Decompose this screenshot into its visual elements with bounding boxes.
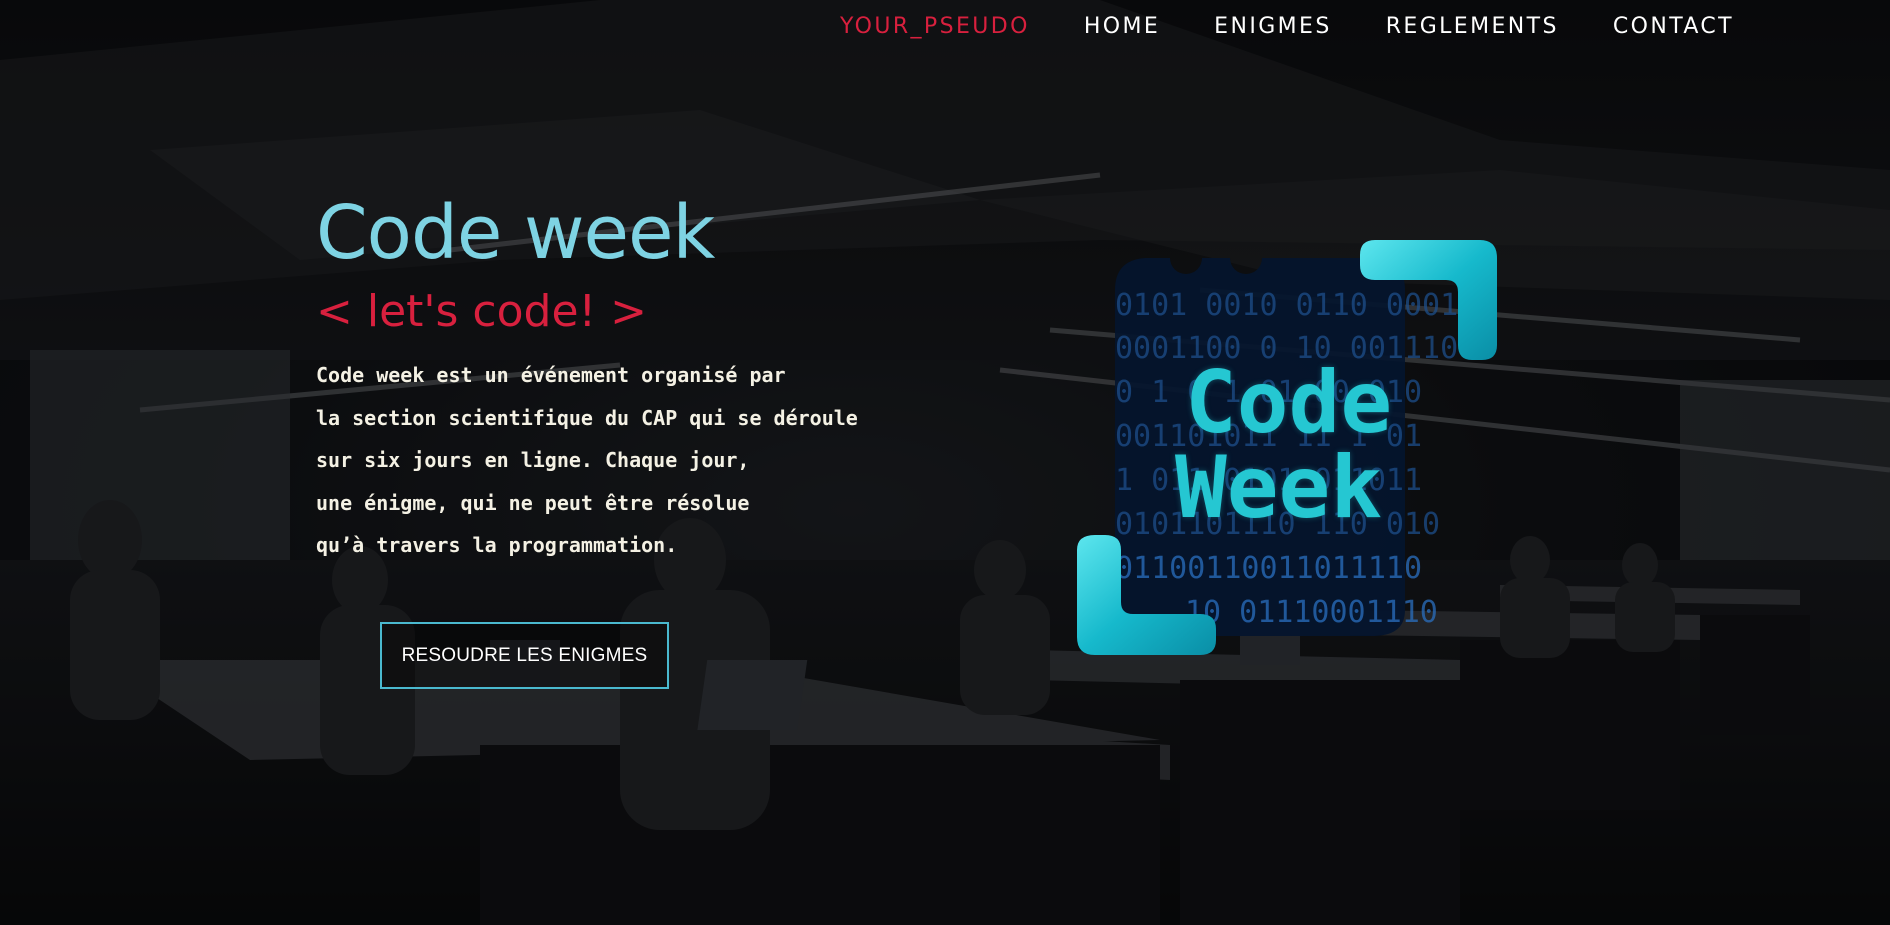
background-dim-overlay xyxy=(0,0,1890,925)
nav-user-pseudo[interactable]: YOUR_PSEUDO xyxy=(840,14,1030,39)
binary-row: 10 01110001110 xyxy=(1185,595,1438,630)
hero-description: Code week est un événement organisé par … xyxy=(316,354,936,567)
nav-reglements[interactable]: REGLEMENTS xyxy=(1386,14,1559,39)
description-line: Code week est un événement organisé par xyxy=(316,363,786,387)
description-line: la section scientifique du CAP qui se dé… xyxy=(316,405,858,430)
logo-text-code: Code xyxy=(1185,353,1393,453)
nav-home[interactable]: HOME xyxy=(1084,14,1160,39)
solve-enigmas-button[interactable]: RESOUDRE LES ENIGMES xyxy=(380,622,669,689)
binary-row: 0101 0010 0110 0001 xyxy=(1115,288,1458,323)
top-navigation: YOUR_PSEUDO HOME ENIGMES REGLEMENTS CONT… xyxy=(840,14,1734,39)
hero-subtitle: < let's code! > xyxy=(316,286,648,337)
nav-contact[interactable]: CONTACT xyxy=(1613,14,1734,39)
description-line: une énigme, qui ne peut être résolue xyxy=(316,490,750,515)
background-photo-office xyxy=(0,0,1890,925)
description-line: sur six jours en ligne. Chaque jour, xyxy=(316,448,750,472)
nav-enigmes[interactable]: ENIGMES xyxy=(1214,14,1332,39)
description-line: qu’à travers la programmation. xyxy=(316,533,678,557)
hero-title: Code week xyxy=(316,190,715,276)
hero-section: Code week < let's code! > Code week est … xyxy=(316,188,936,567)
code-week-logo: 0101 0010 0110 0001 0001100 0 10 001110 … xyxy=(1075,240,1505,660)
binary-row: 01100110011011110 xyxy=(1115,551,1422,586)
logo-text-week: Week xyxy=(1175,438,1383,538)
